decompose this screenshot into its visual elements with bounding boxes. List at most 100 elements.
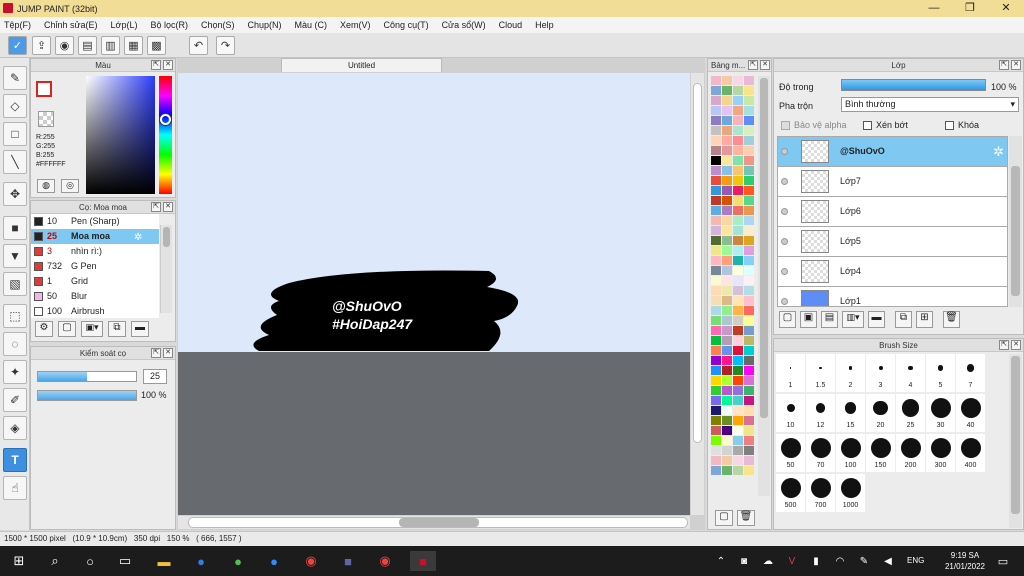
palette-swatch[interactable] (722, 166, 732, 175)
palette-swatch[interactable] (711, 366, 721, 375)
palette-swatch[interactable] (744, 236, 754, 245)
undo-icon[interactable]: ↶ (189, 36, 208, 55)
lock-checkbox[interactable]: Khóa (945, 120, 979, 130)
menu-layer[interactable]: Lớp(L) (111, 20, 138, 30)
brush-size-option[interactable]: 7 (956, 354, 985, 392)
rectangle-tool-icon[interactable]: □ (3, 122, 27, 146)
palette-swatch[interactable] (722, 226, 732, 235)
palette-swatch[interactable] (722, 116, 732, 125)
layer-row[interactable]: Lớp7 (778, 167, 1007, 197)
palette-swatch[interactable] (744, 166, 754, 175)
close-icon[interactable]: ✕ (163, 202, 173, 212)
layer-row[interactable]: Lớp1 (778, 287, 1007, 306)
palette-swatch[interactable] (711, 156, 721, 165)
select-pen-tool-icon[interactable]: ✐ (3, 388, 27, 412)
palette-swatch[interactable] (722, 336, 732, 345)
copy-brush-icon[interactable]: ⧉ (108, 321, 126, 337)
palette-swatch[interactable] (744, 336, 754, 345)
palette-swatch[interactable] (744, 206, 754, 215)
palette-swatch[interactable] (744, 386, 754, 395)
layer-folder-icon[interactable]: ▬ (868, 311, 885, 328)
palette-swatch[interactable] (744, 446, 754, 455)
palette-swatch[interactable] (711, 176, 721, 185)
palette-swatch[interactable] (744, 196, 754, 205)
palette-swatch[interactable] (744, 246, 754, 255)
palette-swatch[interactable] (711, 406, 721, 415)
transparent-color-swatch[interactable] (38, 111, 54, 127)
layer-row[interactable]: @ShuOvO ✲ (778, 137, 1007, 167)
brush-size-option[interactable]: 100 (836, 434, 865, 472)
close-icon[interactable]: ✕ (163, 60, 173, 70)
brush-tool-icon[interactable]: ✎ (3, 66, 27, 90)
palette-swatch[interactable] (711, 376, 721, 385)
palette-swatch[interactable] (744, 306, 754, 315)
speech-bubble-icon[interactable]: ◉ (55, 36, 74, 55)
palette-swatch[interactable] (744, 266, 754, 275)
palette-swatch[interactable] (722, 356, 732, 365)
palette-swatch[interactable] (744, 376, 754, 385)
brush-size-scrollbar[interactable] (1009, 354, 1022, 528)
palette-swatch[interactable] (733, 216, 743, 225)
palette-swatch[interactable] (733, 466, 743, 475)
detach-icon[interactable]: ⇱ (999, 340, 1009, 350)
pen-icon[interactable]: ✎ (853, 551, 875, 571)
maximize-button[interactable]: ❐ (952, 0, 988, 17)
palette-swatch[interactable] (733, 96, 743, 105)
layer-row[interactable]: Lớp4 (778, 257, 1007, 287)
color-mixer-icon[interactable]: ◍ (37, 179, 55, 193)
zoom-app-icon[interactable]: ● (263, 551, 285, 571)
palette-swatch[interactable] (733, 386, 743, 395)
palette-swatch[interactable] (711, 166, 721, 175)
palette-swatch[interactable] (722, 386, 732, 395)
battery-icon[interactable]: ▮ (805, 551, 827, 571)
palette-swatch[interactable] (711, 386, 721, 395)
close-icon[interactable]: ✕ (1011, 60, 1021, 70)
palette-swatch[interactable] (722, 256, 732, 265)
pen-pressure-icon[interactable]: ✓ (8, 36, 27, 55)
text-tool-icon[interactable]: T (3, 448, 27, 472)
brush-size-option[interactable]: 200 (896, 434, 925, 472)
eye-icon[interactable] (781, 298, 788, 305)
palette-swatch[interactable] (733, 356, 743, 365)
palette-swatch[interactable] (744, 326, 754, 335)
palette-swatch[interactable] (733, 316, 743, 325)
palette-swatch[interactable] (722, 426, 732, 435)
fill-rect-tool-icon[interactable]: ■ (3, 216, 27, 240)
palette-swatch[interactable] (733, 166, 743, 175)
page-icon[interactable]: ▥ (101, 36, 120, 55)
palette-swatch[interactable] (722, 416, 732, 425)
palette-swatch[interactable] (744, 356, 754, 365)
layer-row[interactable]: Lớp6 (778, 197, 1007, 227)
new-raster-layer-icon[interactable]: ▣ (800, 311, 817, 328)
menu-select[interactable]: Chọn(S) (201, 20, 235, 30)
palette-swatch[interactable] (722, 266, 732, 275)
palette-swatch[interactable] (722, 106, 732, 115)
palette-swatch[interactable] (733, 176, 743, 185)
brush-item[interactable]: 50 Blur (31, 289, 159, 304)
menu-file[interactable]: Tệp(F) (4, 20, 31, 30)
palette-swatch[interactable] (711, 286, 721, 295)
detach-icon[interactable]: ⇱ (748, 60, 758, 70)
color-history-icon[interactable]: ◎ (61, 179, 79, 193)
palette-swatch[interactable] (744, 296, 754, 305)
brush-size-option[interactable]: 2 (836, 354, 865, 392)
palette-swatch[interactable] (744, 156, 754, 165)
blend-mode-select[interactable]: Bình thường ▾ (841, 97, 1019, 112)
palette-swatch[interactable] (722, 86, 732, 95)
palette-swatch[interactable] (722, 396, 732, 405)
palette-swatch[interactable] (711, 276, 721, 285)
layer-opacity-slider[interactable] (841, 79, 986, 91)
layer-type-menu-icon[interactable]: ▥▾ (842, 311, 864, 328)
palette-swatch[interactable] (744, 86, 754, 95)
merge-layer-icon[interactable]: ⊞ (916, 311, 933, 328)
hue-slider[interactable] (159, 76, 172, 194)
palette-swatch[interactable] (744, 316, 754, 325)
palette-swatch[interactable] (744, 106, 754, 115)
notification-icon[interactable]: ▭ (992, 551, 1014, 571)
palette-swatch[interactable] (722, 446, 732, 455)
palette-swatch[interactable] (744, 256, 754, 265)
palette-swatch[interactable] (711, 436, 721, 445)
palette-swatch[interactable] (722, 96, 732, 105)
palette-swatch[interactable] (733, 236, 743, 245)
palette-swatch[interactable] (744, 366, 754, 375)
